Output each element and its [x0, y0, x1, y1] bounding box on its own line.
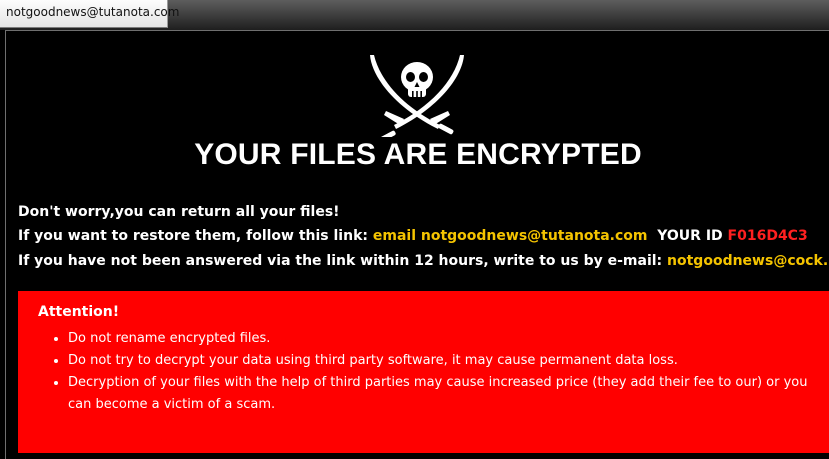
fallback-contact: If you have not been answered via the li…	[18, 253, 829, 269]
fallback-email-link[interactable]: notgoodnews@cock.li	[667, 253, 829, 269]
attention-item: Do not try to decrypt your data using th…	[68, 350, 817, 372]
email-link[interactable]: email notgoodnews@tutanota.com	[373, 228, 648, 244]
restore-instructions: If you want to restore them, follow this…	[18, 228, 808, 244]
window-title-tab[interactable]: notgoodnews@tutanota.com	[0, 0, 179, 28]
attention-item: Decryption of your files with the help o…	[68, 372, 817, 416]
attention-box: Attention! Do not rename encrypted files…	[18, 291, 829, 453]
reassurance-text: Don't worry,you can return all your file…	[18, 204, 340, 220]
window-title: notgoodnews@tutanota.com	[6, 5, 180, 19]
page-title: YOUR FILES ARE ENCRYPTED	[194, 138, 642, 171]
attention-list: Do not rename encrypted files. Do not tr…	[38, 328, 817, 416]
ransom-note-content: YOUR FILES ARE ENCRYPTED Don't worry,you…	[5, 30, 829, 459]
fallback-contact-text: If you have not been answered via the li…	[18, 253, 668, 269]
attention-title: Attention!	[38, 304, 120, 320]
skull-crossed-swords-icon	[370, 55, 464, 137]
restore-instructions-text: If you want to restore them, follow this…	[18, 228, 373, 244]
attention-item: Do not rename encrypted files.	[68, 328, 817, 350]
victim-id-label: YOUR ID	[657, 228, 728, 244]
title-bar: notgoodnews@tutanota.com	[0, 0, 829, 30]
ransom-note-window: notgoodnews@tutanota.com YOUR FILES ARE	[0, 0, 829, 459]
victim-id-value: F016D4C3	[727, 228, 808, 244]
